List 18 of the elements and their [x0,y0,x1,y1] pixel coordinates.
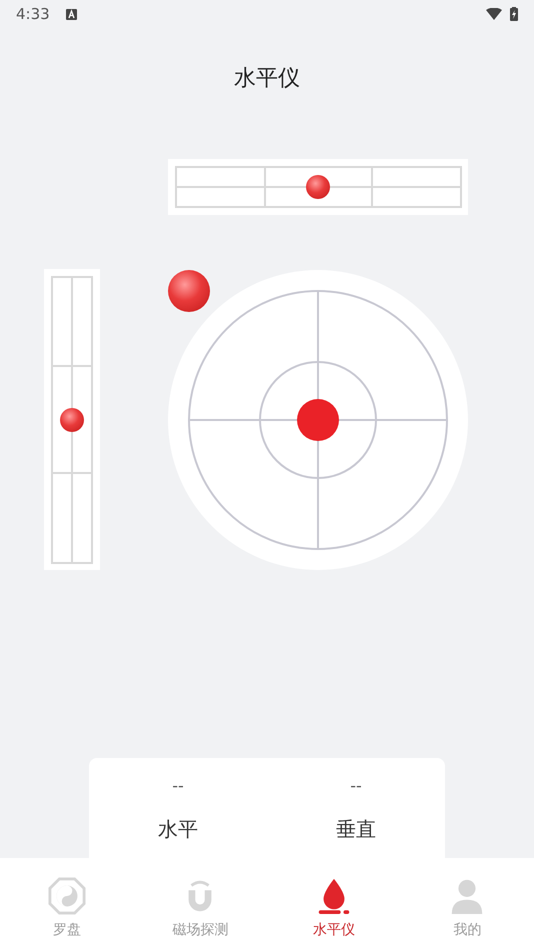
keyboard-icon [66,8,77,20]
reading-label: 垂直 [336,816,376,843]
reading-value: -- [350,775,362,797]
tab-item[interactable]: 水平仪 [267,858,400,950]
reading-label: 水平 [158,816,198,843]
battery-icon [510,7,518,21]
tab-item[interactable]: 磁场探测 [134,858,267,950]
status-time: 4:33 [16,4,50,25]
tab-item[interactable]: 罗盘 [0,858,134,950]
center-dot [297,399,339,441]
page-title: 水平仪 [234,65,300,93]
level-bubble [60,408,84,432]
tab-item[interactable]: 我的 [400,858,534,950]
wifi-icon [486,8,502,20]
level-bubble [168,270,210,312]
level-bubble [306,175,330,199]
reading-value: -- [172,775,184,797]
yin-yang-icon [48,876,86,916]
